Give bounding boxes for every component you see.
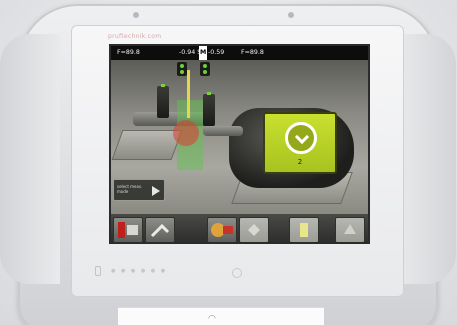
laser-line [187, 70, 190, 118]
measure-icon [150, 223, 170, 238]
sensor-led [161, 84, 165, 87]
key-icon [95, 266, 101, 276]
measure-mode-label: select meas. mode [117, 184, 143, 194]
housing-left-grip [0, 34, 60, 284]
play-icon [152, 186, 160, 196]
measure-button[interactable] [145, 217, 175, 242]
mode-badge: M [199, 46, 208, 60]
sensor-led [207, 92, 211, 95]
tolerance-button[interactable] [289, 217, 319, 242]
left-signal-indicator [177, 62, 187, 76]
screw [133, 12, 139, 18]
laser-spot [173, 120, 199, 146]
alignment-status-panel[interactable]: 2 [263, 112, 337, 174]
status-ring-icon [285, 122, 317, 154]
right-sensor [203, 94, 215, 126]
bottom-toolbar [111, 214, 368, 242]
label-glyph: ◠ [208, 314, 216, 324]
move-button[interactable] [335, 217, 365, 242]
machine-3d-view[interactable]: 2 select meas. mode [111, 60, 368, 214]
left-sensor [157, 86, 169, 118]
measure-mode-control[interactable]: select meas. mode [113, 179, 165, 201]
led-dots: ● ● ● ● ● ● [111, 268, 168, 274]
dimensions-button[interactable] [113, 217, 143, 242]
results-button[interactable] [207, 217, 237, 242]
center-left-readout: -0.94 S [179, 49, 202, 56]
housing-right-grip [396, 34, 456, 284]
display-screen: F=89.8 -0.94 S M -0.59 F=89.8 2 select m… [109, 44, 370, 244]
brand-watermark: pruftechnik.com [108, 33, 162, 40]
left-readout: F=89.8 [117, 49, 140, 56]
right-readout: F=89.8 [241, 49, 264, 56]
tolerance-icon [300, 223, 308, 237]
right-signal-indicator [200, 62, 210, 76]
front-label-card: ◠ [118, 307, 324, 325]
move-icon [344, 224, 356, 234]
diagnosis-button[interactable] [239, 217, 269, 242]
screw [288, 12, 294, 18]
chevron-down-icon [294, 129, 310, 145]
power-button[interactable] [232, 268, 242, 278]
diagnosis-icon [248, 224, 260, 236]
machine-dimensions-icon [118, 222, 138, 238]
device-scene: pruftechnik.com F=89.8 -0.94 S M -0.59 F… [0, 0, 457, 325]
left-machine-base [111, 130, 183, 160]
results-icon [211, 223, 233, 237]
right-shaft [203, 126, 243, 136]
status-bar: F=89.8 -0.94 S M -0.59 F=89.8 [111, 46, 368, 60]
center-right-readout: -0.59 [208, 49, 225, 56]
alignment-status-number: 2 [297, 158, 303, 166]
